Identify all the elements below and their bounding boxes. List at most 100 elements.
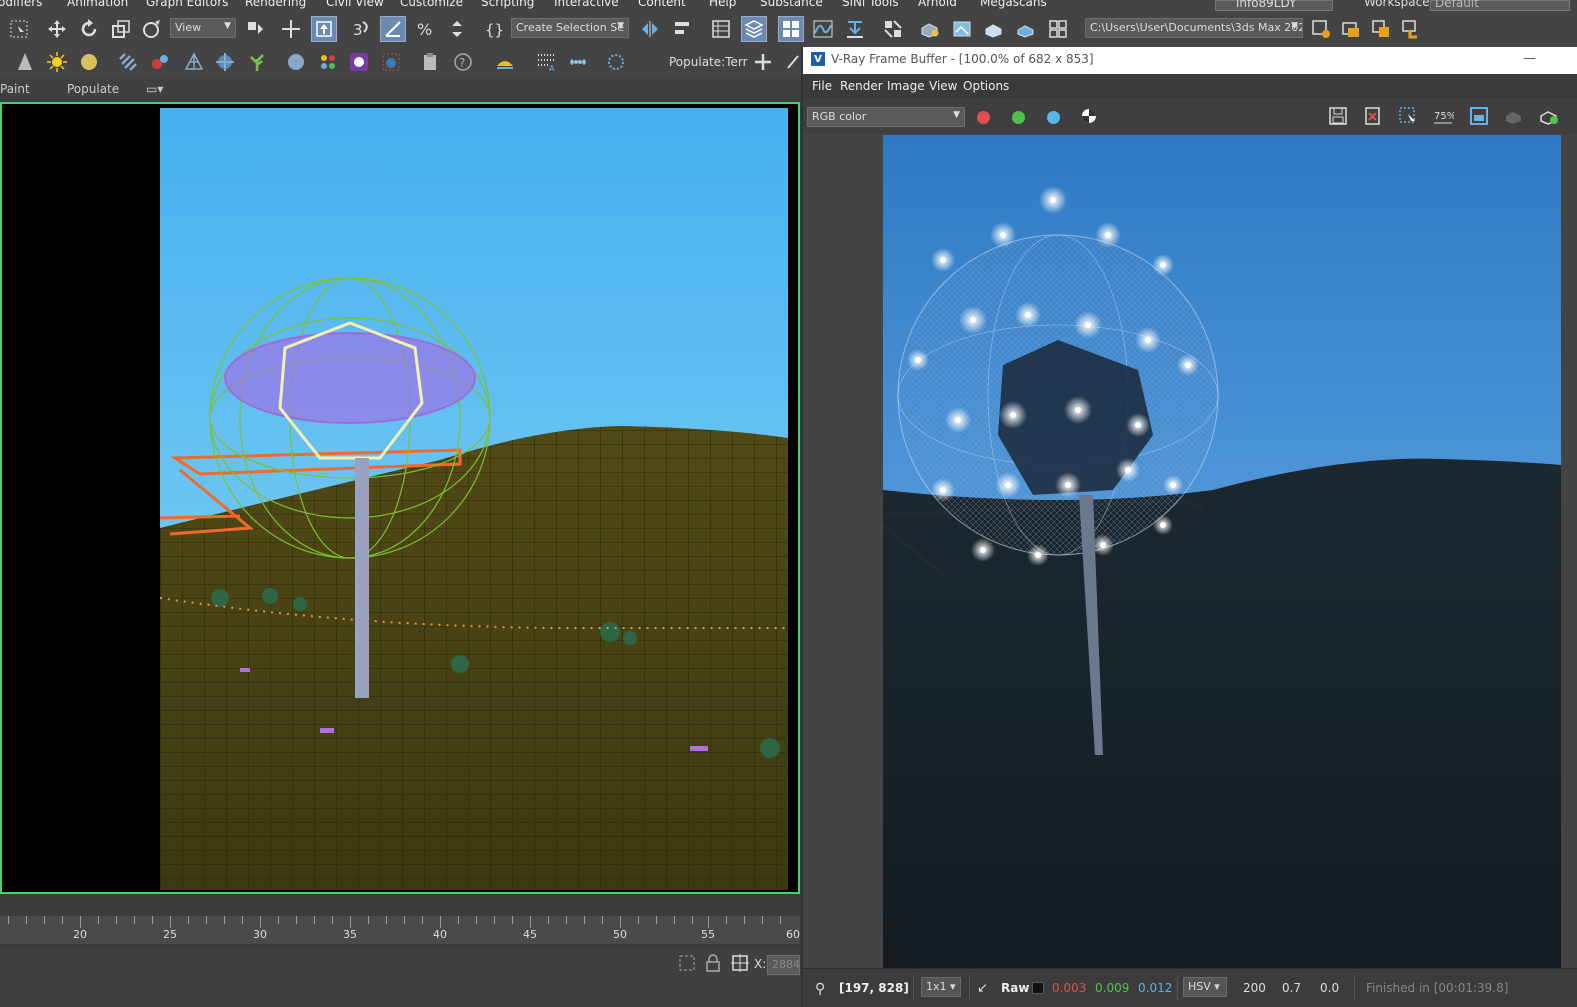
populate-icon[interactable] — [492, 49, 518, 75]
material-editor-icon[interactable] — [880, 16, 906, 42]
project-folder-dropdown[interactable]: C:\Users\User\Documents\3ds Max 2021 ▼ — [1085, 18, 1303, 38]
menu-content[interactable]: Content — [638, 0, 686, 9]
vfb-menu-image[interactable]: Image — [887, 79, 925, 93]
region-render-icon[interactable] — [1395, 103, 1421, 129]
menu-scripting[interactable]: Scripting — [481, 0, 534, 9]
pivot-center-icon[interactable] — [242, 16, 268, 42]
rendered-image[interactable] — [883, 135, 1561, 968]
array-dots-icon[interactable]: A — [533, 49, 559, 75]
start-render-icon[interactable] — [1536, 103, 1562, 129]
color-picker-icon[interactable]: ↙ — [977, 981, 988, 996]
project-settings-icon[interactable] — [1308, 16, 1334, 42]
ribbon-toggle-icon[interactable]: ▭▾ — [146, 82, 163, 96]
green-channel-toggle[interactable] — [1012, 111, 1025, 124]
help-icon[interactable]: ? — [450, 49, 476, 75]
schematic-view-icon[interactable] — [842, 16, 868, 42]
menu-arnold[interactable]: Arnold — [918, 0, 957, 9]
percent-snap-icon[interactable]: % — [412, 16, 438, 42]
clear-image-icon[interactable] — [1360, 103, 1386, 129]
menu-animation[interactable]: Animation — [67, 0, 128, 9]
keyboard-shortcut-override-icon[interactable] — [311, 16, 337, 42]
blue-channel-toggle[interactable] — [1047, 111, 1060, 124]
absolute-mode-icon[interactable] — [727, 950, 753, 976]
vray-render-region-icon[interactable] — [378, 49, 404, 75]
edit-named-selection-icon[interactable]: {} — [481, 16, 507, 42]
select-and-rotate-icon[interactable] — [76, 16, 102, 42]
menu-modifiers[interactable]: odifiers — [0, 0, 42, 9]
channel-dropdown[interactable]: RGB color ▼ — [807, 107, 965, 127]
vfb-menu-render[interactable]: Render — [840, 79, 883, 93]
zoom-level-icon[interactable]: 75% — [1430, 103, 1456, 129]
project-copy-icon[interactable] — [1368, 16, 1394, 42]
timeline[interactable]: 20 25 30 35 40 45 50 55 60 — [0, 896, 800, 948]
red-channel-toggle[interactable] — [977, 111, 990, 124]
menu-rendering[interactable]: Rendering — [245, 0, 306, 9]
minimize-icon[interactable]: — — [1523, 51, 1536, 66]
forest-pack-icon[interactable] — [244, 49, 270, 75]
mirror-icon[interactable] — [637, 16, 663, 42]
render-gallery-icon[interactable] — [1045, 16, 1071, 42]
vray-proxy-icon[interactable] — [147, 49, 173, 75]
angle-snap-toggle-icon[interactable] — [380, 16, 406, 42]
ribbon-tab-populate[interactable]: Populate — [67, 82, 119, 96]
save-image-icon[interactable] — [1325, 103, 1351, 129]
named-selection-sets-dropdown[interactable]: Create Selection Se ▼ — [511, 18, 629, 38]
lens-effects-icon[interactable] — [1466, 103, 1492, 129]
vfb-menu-view[interactable]: View — [929, 79, 957, 93]
sample-size-dropdown[interactable]: 1x1 ▾ — [921, 977, 961, 997]
vray-plane-icon[interactable] — [181, 49, 207, 75]
project-export-icon[interactable] — [1398, 16, 1424, 42]
scene-explorer-icon[interactable] — [708, 16, 734, 42]
snaps-toggle-icon[interactable]: 3 — [348, 16, 374, 42]
stop-render-icon[interactable] — [1501, 103, 1527, 129]
layer-explorer-icon[interactable] — [741, 16, 767, 42]
reference-coordinate-dropdown[interactable]: View ▼ — [170, 18, 236, 38]
add-icon[interactable] — [750, 49, 776, 75]
alpha-channel-icon[interactable] — [1076, 103, 1102, 129]
sign-in-dropdown[interactable]: info89LDY — [1215, 0, 1333, 11]
ribbon-tab-paint[interactable]: Paint — [0, 82, 30, 96]
isolate-selection-icon[interactable] — [674, 950, 700, 976]
workspaces-dropdown[interactable]: Default — [1430, 0, 1570, 11]
select-region-icon[interactable] — [6, 16, 32, 42]
menu-help[interactable]: Help — [709, 0, 736, 9]
vray-sphere-light-icon[interactable] — [76, 49, 102, 75]
menu-civil-view[interactable]: Civil View — [326, 0, 384, 9]
color-model-dropdown[interactable]: HSV ▾ — [1183, 977, 1227, 997]
select-and-move-icon[interactable] — [44, 16, 70, 42]
pick-pixel-icon[interactable]: ⚲ — [815, 981, 825, 997]
perspective-viewport[interactable] — [0, 102, 800, 894]
menu-sini-tools[interactable]: SiNi Tools — [842, 0, 899, 9]
align-icon[interactable] — [670, 16, 696, 42]
rendered-frame-window-icon[interactable] — [949, 16, 975, 42]
vfb-menu-file[interactable]: File — [812, 79, 832, 93]
menu-megascans[interactable]: Megascans — [980, 0, 1047, 9]
track-bar[interactable]: 20 25 30 35 40 45 50 55 60 — [0, 916, 800, 944]
render-in-cloud-icon[interactable] — [1013, 16, 1039, 42]
spinner-snap-icon[interactable] — [444, 16, 470, 42]
color-palette-icon[interactable] — [315, 49, 341, 75]
clipboard-icon[interactable] — [417, 49, 443, 75]
select-and-place-icon[interactable] — [139, 16, 165, 42]
vray-sun-icon[interactable] — [44, 49, 70, 75]
toggle-ribbon-icon[interactable] — [778, 16, 804, 42]
x-coordinate-field[interactable]: 28841 — [767, 955, 800, 975]
spacing-tool-icon[interactable] — [603, 49, 629, 75]
sphere-object-icon[interactable] — [283, 49, 309, 75]
menu-substance[interactable]: Substance — [760, 0, 823, 9]
vray-cone-light-icon[interactable] — [12, 49, 38, 75]
vfb-menu-options[interactable]: Options — [963, 79, 1009, 93]
menu-customize[interactable]: Customize — [400, 0, 463, 9]
select-and-scale-icon[interactable] — [108, 16, 134, 42]
vray-volume-icon[interactable] — [212, 49, 238, 75]
measure-icon[interactable] — [565, 49, 591, 75]
select-manipulate-icon[interactable] — [278, 16, 304, 42]
curve-editor-icon[interactable] — [810, 16, 836, 42]
menu-graph-editors[interactable]: Graph Editors — [146, 0, 228, 9]
menu-interactive[interactable]: Interactive — [554, 0, 619, 9]
render-setup-icon[interactable] — [917, 16, 943, 42]
vray-fur-icon[interactable] — [115, 49, 141, 75]
project-folder-icon[interactable] — [1338, 16, 1364, 42]
material-browser-icon[interactable] — [346, 49, 372, 75]
selection-lock-icon[interactable] — [700, 950, 726, 976]
